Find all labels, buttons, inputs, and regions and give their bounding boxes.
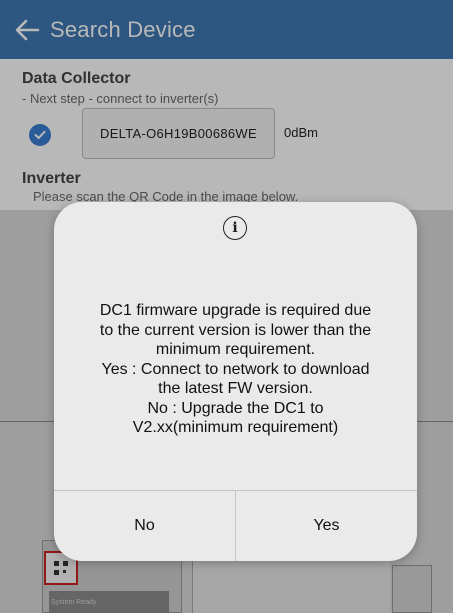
dialog-button-bar: No Yes [54, 490, 417, 561]
yes-button[interactable]: Yes [235, 491, 417, 561]
info-icon: i [223, 216, 247, 240]
firmware-upgrade-dialog: i DC1 firmware upgrade is required due t… [54, 202, 417, 561]
no-button[interactable]: No [54, 491, 235, 561]
dialog-message: DC1 firmware upgrade is required due to … [99, 302, 372, 436]
